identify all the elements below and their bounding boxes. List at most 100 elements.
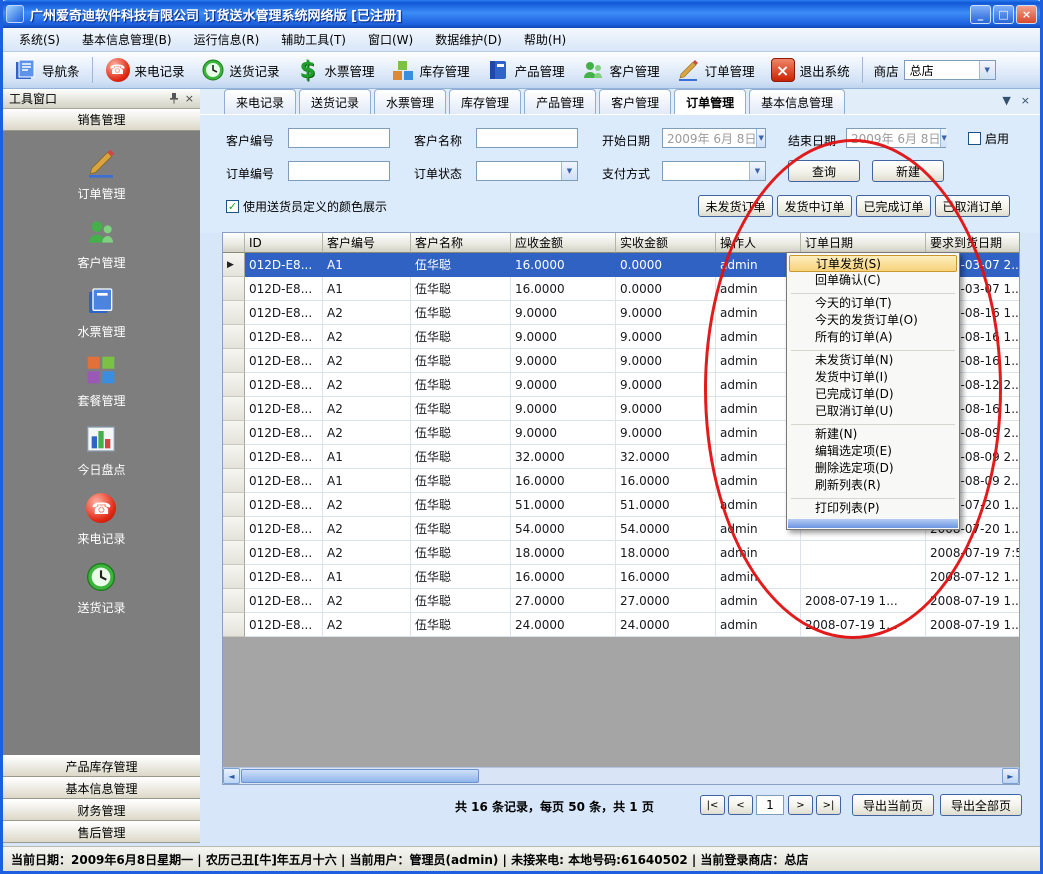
- context-menu-item[interactable]: 删除选定项(D): [787, 460, 959, 477]
- next-page-button[interactable]: >: [788, 795, 813, 815]
- context-menu-item[interactable]: 编辑选定项(E): [787, 443, 959, 460]
- context-menu-item[interactable]: [791, 495, 955, 499]
- menu-item[interactable]: 窗口(W): [358, 28, 423, 51]
- toolbar-order-button[interactable]: 订单管理: [670, 55, 760, 85]
- sidebar-item-delivery-record[interactable]: 送货记录: [77, 560, 125, 616]
- close-button[interactable]: ×: [1016, 5, 1037, 24]
- tab[interactable]: 订单管理: [674, 89, 746, 114]
- end-date-picker[interactable]: 2009年 6月 8日 ▼: [846, 128, 946, 148]
- tab[interactable]: 产品管理: [524, 89, 596, 114]
- order-status-select[interactable]: ▼: [476, 161, 578, 181]
- customer-no-input[interactable]: [288, 128, 390, 148]
- menu-item[interactable]: 帮助(H): [514, 28, 576, 51]
- tab[interactable]: 水票管理: [374, 89, 446, 114]
- context-menu-item[interactable]: 今天的订单(T): [787, 295, 959, 312]
- toolbar-navigator-button[interactable]: 导航条: [7, 55, 85, 85]
- tab[interactable]: 来电记录: [224, 89, 296, 114]
- column-header-customer-no[interactable]: 客户编号: [323, 233, 411, 253]
- close-icon[interactable]: ×: [185, 93, 194, 104]
- page-number-input[interactable]: [756, 795, 784, 815]
- scroll-left-icon[interactable]: ◄: [223, 768, 240, 784]
- export-current-button[interactable]: 导出当前页: [852, 794, 934, 816]
- tab[interactable]: 库存管理: [449, 89, 521, 114]
- toolbar-delivery-record-button[interactable]: 送货记录: [195, 55, 285, 85]
- context-menu-item[interactable]: 发货中订单(I): [787, 369, 959, 386]
- tab-close-icon[interactable]: ×: [1021, 95, 1030, 106]
- scrollbar-thumb[interactable]: [241, 769, 479, 783]
- menu-item[interactable]: 运行信息(R): [184, 28, 270, 51]
- minimize-button[interactable]: _: [970, 5, 991, 24]
- enable-checkbox[interactable]: 启用: [968, 130, 1009, 147]
- horizontal-scrollbar[interactable]: ◄ ►: [223, 767, 1019, 784]
- toolbar-product-button[interactable]: 产品管理: [480, 55, 570, 85]
- toolbar-exit-button[interactable]: × 退出系统: [765, 55, 855, 85]
- menu-item[interactable]: 辅助工具(T): [271, 28, 356, 51]
- context-menu-item[interactable]: 订单发货(S): [789, 255, 957, 272]
- order-no-input[interactable]: [288, 161, 390, 181]
- sidebar-item-water-ticket[interactable]: 水票管理: [77, 284, 125, 340]
- sidebar-item-order[interactable]: 订单管理: [77, 146, 125, 202]
- filter-completed-button[interactable]: 已完成订单: [856, 195, 931, 217]
- scroll-right-icon[interactable]: ►: [1002, 768, 1019, 784]
- table-row[interactable]: 012D-E8... A1 伍华聪 16.0000 16.0000 admin …: [223, 565, 1020, 589]
- column-header-required-date[interactable]: 要求到货日期: [926, 233, 1020, 253]
- pay-method-select[interactable]: ▼: [662, 161, 766, 181]
- filter-shipping-button[interactable]: 发货中订单: [777, 195, 852, 217]
- filter-cancelled-button[interactable]: 已取消订单: [935, 195, 1010, 217]
- sidebar-item-package[interactable]: 套餐管理: [77, 353, 125, 409]
- sidebar-group-bar[interactable]: 基本信息管理: [3, 777, 200, 799]
- sidebar-group-bar[interactable]: 财务管理: [3, 799, 200, 821]
- sidebar-section-sales[interactable]: 销售管理: [3, 109, 200, 131]
- context-menu-item[interactable]: 新建(N): [787, 426, 959, 443]
- context-menu-item[interactable]: 未发货订单(N): [787, 352, 959, 369]
- sidebar-item-call-record[interactable]: ☎ 来电记录: [77, 491, 125, 547]
- column-header-customer-name[interactable]: 客户名称: [411, 233, 511, 253]
- context-menu-item[interactable]: [791, 290, 955, 294]
- tab-list-icon[interactable]: ▼: [1002, 95, 1010, 106]
- toolbar-call-record-button[interactable]: ☎ 来电记录: [100, 55, 190, 85]
- new-button[interactable]: 新建: [872, 160, 944, 182]
- context-menu-item[interactable]: 刷新列表(R): [787, 477, 959, 494]
- query-button[interactable]: 查询: [788, 160, 860, 182]
- column-header-order-date[interactable]: 订单日期: [801, 233, 926, 253]
- context-menu-item[interactable]: 今天的发货订单(O): [787, 312, 959, 329]
- maximize-button[interactable]: □: [993, 5, 1014, 24]
- filter-unshipped-button[interactable]: 未发货订单: [698, 195, 773, 217]
- toolbar-water-ticket-button[interactable]: $ 水票管理: [290, 55, 380, 85]
- first-page-button[interactable]: |<: [700, 795, 725, 815]
- menu-item[interactable]: 基本信息管理(B): [72, 28, 182, 51]
- column-header-id[interactable]: ID: [245, 233, 323, 253]
- column-header-received[interactable]: 实收金额: [616, 233, 716, 253]
- pin-icon[interactable]: [169, 92, 179, 106]
- context-menu-item[interactable]: 所有的订单(A): [787, 329, 959, 346]
- table-row[interactable]: 012D-E8... A2 伍华聪 24.0000 24.0000 admin …: [223, 613, 1020, 637]
- context-menu-item[interactable]: [791, 421, 955, 425]
- context-menu-item[interactable]: [791, 347, 955, 351]
- tab[interactable]: 基本信息管理: [749, 89, 845, 114]
- export-all-button[interactable]: 导出全部页: [940, 794, 1022, 816]
- customer-name-input[interactable]: [476, 128, 578, 148]
- start-date-picker[interactable]: 2009年 6月 8日 ▼: [662, 128, 766, 148]
- column-header-operator[interactable]: 操作人: [716, 233, 801, 253]
- prev-page-button[interactable]: <: [728, 795, 753, 815]
- context-menu-item[interactable]: 回单确认(C): [787, 272, 959, 289]
- toolbar-customer-button[interactable]: 客户管理: [575, 55, 665, 85]
- color-display-checkbox[interactable]: ✓ 使用送货员定义的颜色展示: [226, 198, 387, 215]
- tab[interactable]: 送货记录: [299, 89, 371, 114]
- context-menu-item[interactable]: 已取消订单(U): [787, 403, 959, 420]
- menu-item[interactable]: 系统(S): [9, 28, 70, 51]
- menu-item[interactable]: 数据维护(D): [425, 28, 512, 51]
- context-menu-item[interactable]: 打印列表(P): [787, 500, 959, 517]
- column-header-receivable[interactable]: 应收金额: [511, 233, 616, 253]
- sidebar-group-bar[interactable]: 产品库存管理: [3, 755, 200, 777]
- table-row[interactable]: 012D-E8... A2 伍华聪 27.0000 27.0000 admin …: [223, 589, 1020, 613]
- tab[interactable]: 客户管理: [599, 89, 671, 114]
- context-menu-item[interactable]: 已完成订单(D): [787, 386, 959, 403]
- last-page-button[interactable]: >|: [816, 795, 841, 815]
- sidebar-group-bar[interactable]: 售后管理: [3, 821, 200, 843]
- sidebar-item-customer[interactable]: 客户管理: [77, 215, 125, 271]
- toolbar-inventory-button[interactable]: 库存管理: [385, 55, 475, 85]
- table-row[interactable]: 012D-E8... A2 伍华聪 18.0000 18.0000 admin …: [223, 541, 1020, 565]
- sidebar-item-stocktake[interactable]: 今日盘点: [77, 422, 125, 478]
- store-select[interactable]: 总店 ▼: [904, 60, 996, 80]
